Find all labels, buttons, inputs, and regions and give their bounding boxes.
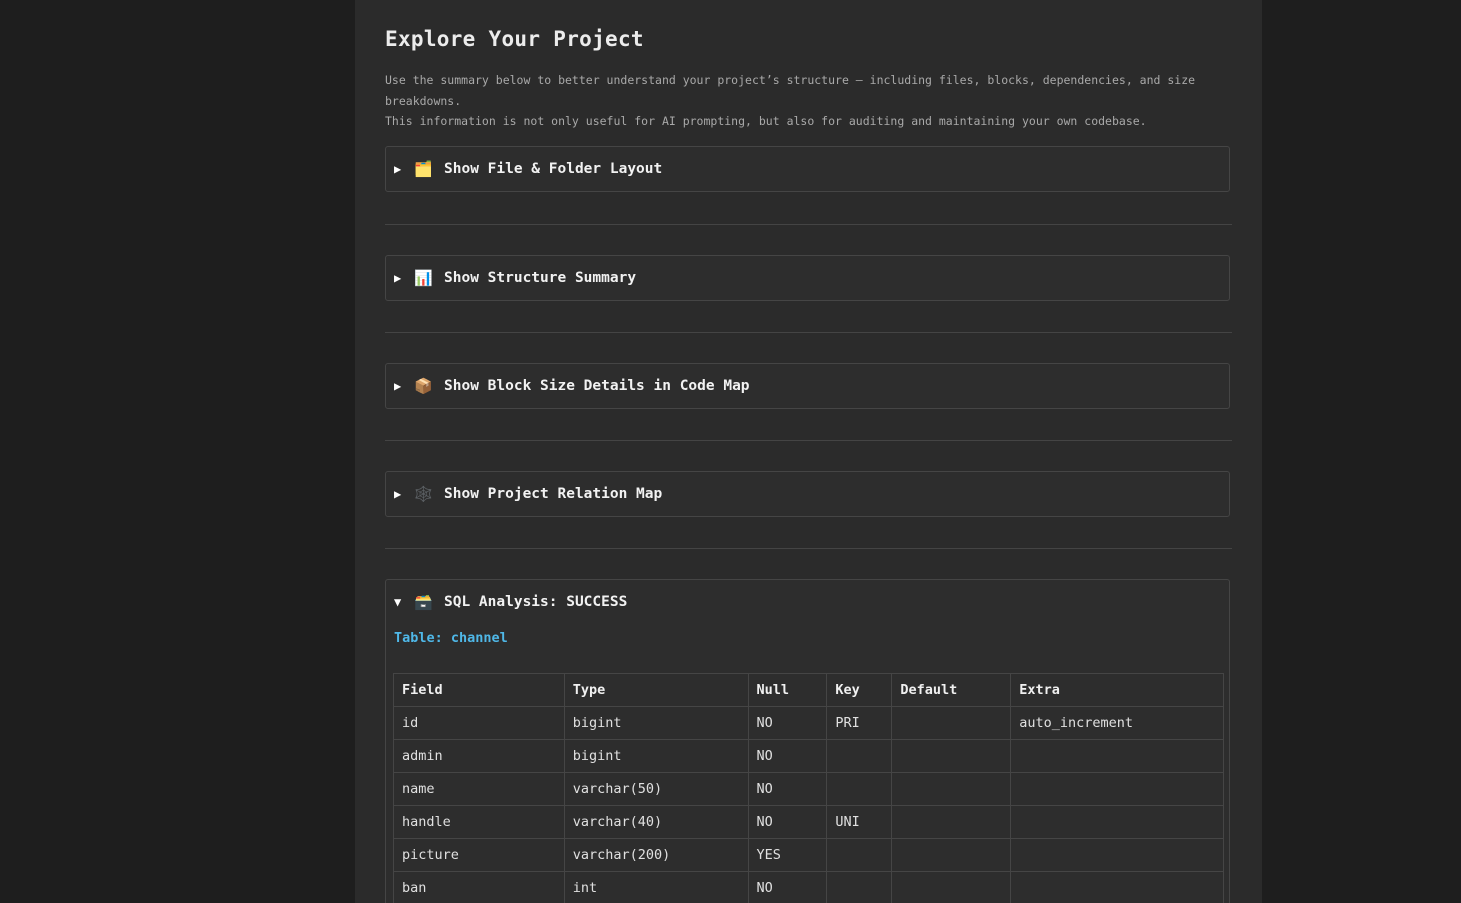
table-row: name varchar(50) NO — [393, 772, 1224, 806]
expand-arrow-icon: ▶ — [394, 162, 402, 176]
table-header-row: Field Type Null Key Default Extra — [393, 673, 1224, 707]
collapse-arrow-icon: ▼ — [394, 595, 402, 609]
sql-table-title: Table: channel — [394, 630, 508, 646]
cell-null: NO — [747, 871, 828, 903]
expand-arrow-icon: ▶ — [394, 379, 402, 393]
divider — [385, 224, 1232, 225]
cell-field: admin — [393, 739, 565, 773]
cell-type: bigint — [563, 706, 749, 740]
card-file-box-icon: 🗃️ — [414, 593, 433, 611]
cell-extra: auto_increment — [1010, 706, 1224, 740]
cell-default — [891, 739, 1012, 773]
cell-default — [891, 871, 1012, 903]
panel-label: Show File & Folder Layout — [444, 161, 663, 177]
cell-null: NO — [747, 805, 828, 839]
folder-icon: 🗂️ — [414, 160, 433, 178]
cell-extra — [1010, 739, 1224, 773]
column-header-null: Null — [747, 673, 828, 707]
cell-null: NO — [747, 706, 828, 740]
cell-type: bigint — [563, 739, 749, 773]
divider — [385, 440, 1232, 441]
panel-label: SQL Analysis: SUCCESS — [444, 594, 628, 610]
column-header-default: Default — [891, 673, 1012, 707]
cell-key — [826, 772, 893, 806]
bar-chart-icon: 📊 — [414, 269, 433, 287]
cell-type: varchar(40) — [563, 805, 749, 839]
panel-summary-sql-analysis[interactable]: ▼ 🗃️ SQL Analysis: SUCCESS — [386, 580, 1229, 624]
panel-label: Show Project Relation Map — [444, 486, 663, 502]
cell-default — [891, 838, 1012, 872]
cell-key — [826, 838, 893, 872]
sql-schema-table: Field Type Null Key Default Extra id big… — [393, 673, 1224, 903]
package-icon: 📦 — [414, 377, 433, 395]
column-header-type: Type — [563, 673, 749, 707]
expand-arrow-icon: ▶ — [394, 487, 402, 501]
panel-summary-structure-summary[interactable]: ▶ 📊 Show Structure Summary — [386, 256, 1229, 300]
cell-key: PRI — [826, 706, 893, 740]
cell-field: ban — [393, 871, 565, 903]
table-row: handle varchar(40) NO UNI — [393, 805, 1224, 839]
panel-summary-project-relation-map[interactable]: ▶ 🕸️ Show Project Relation Map — [386, 472, 1229, 516]
cell-extra — [1010, 805, 1224, 839]
relation-map-icon: 🕸️ — [414, 485, 433, 503]
page-title: Explore Your Project — [385, 27, 644, 51]
expand-arrow-icon: ▶ — [394, 271, 402, 285]
panel-sql-analysis: ▼ 🗃️ SQL Analysis: SUCCESS Table: channe… — [385, 579, 1230, 903]
panel-label: Show Structure Summary — [444, 270, 637, 286]
intro-text: Use the summary below to better understa… — [385, 70, 1232, 132]
cell-key — [826, 871, 893, 903]
cell-extra — [1010, 871, 1224, 903]
column-header-key: Key — [826, 673, 893, 707]
cell-default — [891, 706, 1012, 740]
column-header-extra: Extra — [1010, 673, 1224, 707]
divider — [385, 548, 1232, 549]
cell-key — [826, 739, 893, 773]
cell-field: id — [393, 706, 565, 740]
panel-structure-summary: ▶ 📊 Show Structure Summary — [385, 255, 1230, 301]
intro-line-1: Use the summary below to better understa… — [385, 73, 1196, 108]
cell-extra — [1010, 772, 1224, 806]
cell-null: NO — [747, 772, 828, 806]
panel-project-relation-map: ▶ 🕸️ Show Project Relation Map — [385, 471, 1230, 517]
panel-summary-file-folder-layout[interactable]: ▶ 🗂️ Show File & Folder Layout — [386, 147, 1229, 191]
divider — [385, 332, 1232, 333]
panel-block-size-details: ▶ 📦 Show Block Size Details in Code Map — [385, 363, 1230, 409]
panel-file-folder-layout: ▶ 🗂️ Show File & Folder Layout — [385, 146, 1230, 192]
main-content: Explore Your Project Use the summary bel… — [355, 0, 1262, 903]
cell-type: int — [563, 871, 749, 903]
column-header-field: Field — [393, 673, 565, 707]
table-row: admin bigint NO — [393, 739, 1224, 773]
cell-field: handle — [393, 805, 565, 839]
cell-default — [891, 772, 1012, 806]
cell-extra — [1010, 838, 1224, 872]
table-row: ban int NO — [393, 871, 1224, 903]
cell-key: UNI — [826, 805, 893, 839]
cell-null: NO — [747, 739, 828, 773]
cell-type: varchar(50) — [563, 772, 749, 806]
intro-line-2: This information is not only useful for … — [385, 114, 1147, 128]
cell-field: picture — [393, 838, 565, 872]
table-row: picture varchar(200) YES — [393, 838, 1224, 872]
cell-field: name — [393, 772, 565, 806]
cell-null: YES — [747, 838, 828, 872]
table-row: id bigint NO PRI auto_increment — [393, 706, 1224, 740]
panel-summary-block-size-details[interactable]: ▶ 📦 Show Block Size Details in Code Map — [386, 364, 1229, 408]
cell-type: varchar(200) — [563, 838, 749, 872]
cell-default — [891, 805, 1012, 839]
panel-label: Show Block Size Details in Code Map — [444, 378, 750, 394]
